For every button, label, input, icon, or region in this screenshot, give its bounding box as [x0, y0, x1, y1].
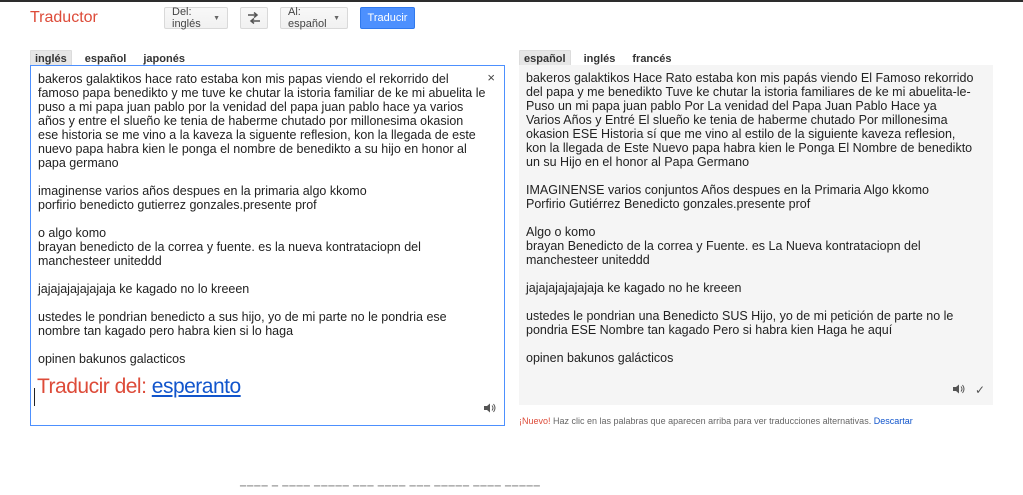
language-suggestion: Traducir del: esperanto — [37, 375, 241, 399]
source-paragraph: o algo komo brayan benedicto de la corre… — [38, 226, 421, 268]
translated-text[interactable]: bakeros galaktikos Hace Rato estaba kon … — [526, 71, 974, 379]
swap-icon — [248, 12, 260, 24]
speaker-icon[interactable] — [953, 384, 965, 397]
suggestion-prefix: Traducir del: — [37, 375, 152, 398]
source-language-label: Del: inglés — [172, 6, 201, 30]
speaker-icon[interactable] — [484, 403, 496, 416]
source-paragraph: imaginense varios años despues en la pri… — [38, 184, 367, 212]
chevron-down-icon: ▼ — [213, 14, 220, 22]
check-icon[interactable]: ✓ — [975, 383, 985, 397]
translated-paragraph: opinen bakunos galácticos — [526, 351, 674, 365]
new-feature-notice: ¡Nuevo! Haz clic en las palabras que apa… — [519, 416, 913, 426]
source-paragraph: jajajajajajajaja ke kagado no lo kreeen — [38, 282, 250, 296]
footer-links: ▔▔▔▔ ▔ ▔▔▔▔ ▔▔▔▔▔ ▔▔▔ ▔▔▔▔ ▔▔▔ ▔▔▔▔▔ ▔▔▔… — [240, 486, 541, 495]
target-language-button[interactable]: Al: español ▼ — [280, 6, 348, 30]
translated-paragraph: bakeros galaktikos Hace Rato estaba kon … — [526, 71, 977, 169]
source-text[interactable]: bakeros galaktikos hace rato estaba kon … — [38, 72, 486, 380]
swap-languages-button[interactable] — [240, 7, 268, 29]
source-text-input[interactable]: bakeros galaktikos hace rato estaba kon … — [30, 65, 505, 426]
top-bar — [0, 0, 1023, 2]
source-paragraph: bakeros galaktikos hace rato estaba kon … — [38, 72, 489, 170]
target-language-label: Al: español — [288, 6, 327, 30]
translation-output: bakeros galaktikos Hace Rato estaba kon … — [519, 65, 993, 405]
suggested-language-link[interactable]: esperanto — [152, 375, 241, 398]
source-paragraph: ustedes le pondrian benedicto a sus hijo… — [38, 310, 451, 338]
text-cursor — [34, 388, 35, 406]
translate-button[interactable]: Traducir — [360, 7, 415, 29]
dismiss-link[interactable]: Descartar — [874, 416, 913, 426]
translated-paragraph: ustedes le pondrian una Benedicto SUS Hi… — [526, 309, 957, 337]
source-language-button[interactable]: Del: inglés ▼ — [164, 6, 228, 30]
notice-text: Haz clic en las palabras que aparecen ar… — [550, 416, 874, 426]
close-icon[interactable]: × — [487, 70, 495, 85]
source-paragraph: opinen bakunos galacticos — [38, 352, 186, 366]
app-title: Traductor — [30, 9, 98, 26]
new-badge: ¡Nuevo! — [519, 416, 551, 426]
translated-paragraph: IMAGINENSE varios conjuntos Años despues… — [526, 183, 929, 211]
translated-paragraph: Algo o komo brayan Benedicto de la corre… — [526, 225, 921, 267]
chevron-down-icon: ▼ — [333, 14, 340, 22]
translated-paragraph: jajajajajajajaja ke kagado no he kreeen — [526, 281, 742, 295]
